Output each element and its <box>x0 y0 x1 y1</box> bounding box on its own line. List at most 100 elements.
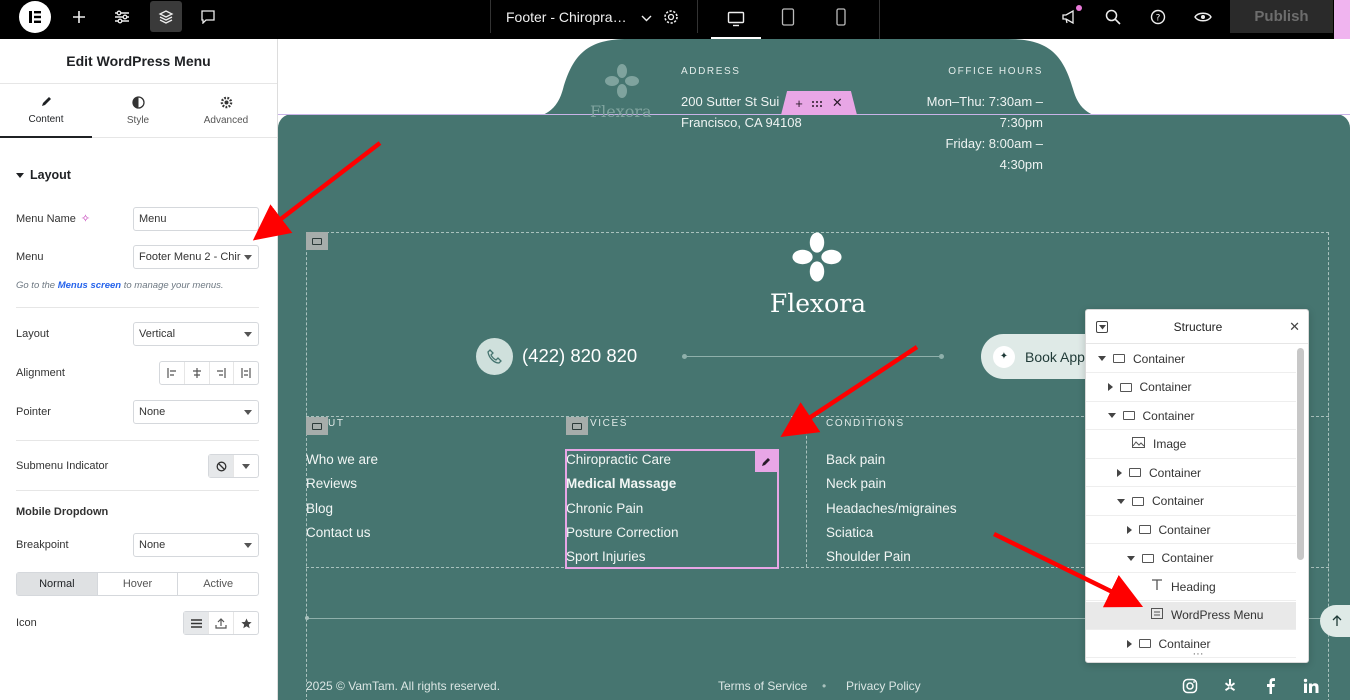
phone-number[interactable]: (422) 820 820 <box>522 345 637 367</box>
chevron-down-icon[interactable] <box>234 455 258 477</box>
book-button-label: Book App <box>1025 348 1085 365</box>
caret-down-icon[interactable] <box>1117 498 1125 504</box>
caret-down-icon <box>16 172 24 178</box>
structure-row-container[interactable]: Container <box>1086 516 1296 544</box>
menu-select[interactable]: Footer Menu 2 - Chir <box>133 245 259 269</box>
caret-down-icon[interactable] <box>1098 356 1106 361</box>
privacy-link[interactable]: Privacy Policy <box>846 679 921 693</box>
none-circle-slash-icon[interactable] <box>209 455 234 477</box>
structure-row-container[interactable]: Container <box>1086 459 1296 487</box>
contrast-icon <box>131 96 145 109</box>
menu-item[interactable]: Blog <box>306 501 333 516</box>
close-icon[interactable]: ✕ <box>832 95 843 111</box>
linkedin-icon[interactable] <box>1303 678 1319 694</box>
state-tab-normal[interactable]: Normal <box>17 573 97 595</box>
search-icon[interactable] <box>1098 0 1128 33</box>
structure-scrollbar[interactable] <box>1297 348 1304 560</box>
structure-row-container[interactable]: Container <box>1086 402 1296 430</box>
structure-row-wordpress-menu[interactable]: WordPress Menu <box>1086 601 1296 630</box>
upload-icon[interactable] <box>209 612 234 634</box>
menu-item[interactable]: Headaches/migraines <box>826 501 957 516</box>
state-tab-hover[interactable]: Hover <box>96 573 178 595</box>
align-right-icon[interactable] <box>210 362 235 384</box>
menus-help-text: Go to the Menus screen to manage your me… <box>16 280 224 291</box>
structure-row-image[interactable]: Image <box>1086 431 1296 459</box>
menu-item[interactable]: Back pain <box>826 452 885 467</box>
menu-name-input[interactable]: Menu <box>133 207 259 231</box>
tab-content[interactable]: Content <box>0 84 92 138</box>
ai-sparkle-icon[interactable]: ✧ <box>81 212 90 225</box>
publish-options-button[interactable] <box>1334 0 1350 39</box>
caret-right-icon[interactable] <box>1126 639 1132 648</box>
caret-down-icon[interactable] <box>1107 413 1116 418</box>
help-icon[interactable]: ? <box>1143 0 1173 33</box>
state-tab-active[interactable]: Active <box>177 573 258 595</box>
structure-row-container[interactable]: Container <box>1086 488 1296 516</box>
desktop-icon[interactable] <box>711 0 761 39</box>
facebook-icon[interactable] <box>1263 678 1279 694</box>
container-handle-icon[interactable] <box>306 417 328 435</box>
tablet-icon[interactable] <box>773 0 803 33</box>
structure-row-container[interactable]: Container <box>1086 374 1296 402</box>
container-handle-icon[interactable] <box>306 232 328 250</box>
structure-row-label: Container <box>1133 351 1186 366</box>
collapse-all-icon[interactable] <box>1096 321 1108 333</box>
menu-item[interactable]: Contact us <box>306 525 371 540</box>
align-justify-icon[interactable] <box>234 362 258 384</box>
chevron-down-icon <box>244 332 252 337</box>
elementor-logo-icon[interactable] <box>19 1 51 33</box>
submenu-indicator-control[interactable] <box>208 454 259 478</box>
book-appointment-button[interactable]: ✦ Book App <box>981 334 1101 379</box>
container-icon <box>1138 525 1151 534</box>
structure-row-container[interactable]: Container <box>1086 345 1296 373</box>
menu-name-label: Menu Name ✧ <box>16 212 90 226</box>
section-layout-toggle[interactable]: Layout <box>16 168 71 182</box>
mobile-icon[interactable] <box>826 0 856 33</box>
hamburger-icon[interactable] <box>184 612 209 634</box>
svg-text:?: ? <box>1156 13 1161 23</box>
container-icon <box>1132 496 1144 506</box>
resize-handle[interactable]: ··· <box>1086 649 1308 662</box>
structure-row-heading[interactable]: Heading <box>1086 573 1296 601</box>
page-settings-gear-icon[interactable] <box>656 0 686 33</box>
heading-icon <box>1151 579 1163 594</box>
close-icon[interactable]: ✕ <box>1289 319 1300 335</box>
align-center-icon[interactable] <box>185 362 210 384</box>
caret-right-icon[interactable] <box>1117 468 1122 477</box>
drag-handle-icon[interactable] <box>811 96 823 111</box>
caret-right-icon[interactable] <box>1107 383 1113 391</box>
pointer-select[interactable]: None <box>133 400 259 424</box>
tab-advanced[interactable]: Advanced <box>180 84 272 138</box>
whats-new-megaphone-icon[interactable] <box>1055 0 1085 33</box>
layout-select[interactable]: Vertical <box>133 322 259 346</box>
preview-eye-icon[interactable] <box>1188 0 1218 33</box>
notes-comment-icon[interactable] <box>193 0 223 33</box>
menus-screen-link[interactable]: Menus screen <box>58 280 121 291</box>
scroll-top-button[interactable] <box>1320 605 1350 637</box>
star-icon[interactable] <box>234 612 258 634</box>
instagram-icon[interactable] <box>1182 678 1198 694</box>
address-heading: ADDRESS <box>681 66 741 77</box>
add-section-icon[interactable]: + <box>795 96 803 111</box>
yelp-icon[interactable] <box>1222 678 1238 694</box>
help-prefix: Go to the <box>16 280 56 291</box>
terms-link[interactable]: Terms of Service <box>718 679 807 693</box>
menu-item[interactable]: Sciatica <box>826 525 873 540</box>
caret-down-icon[interactable] <box>1126 555 1135 561</box>
sparkle-icon: ✦ <box>993 345 1015 368</box>
breakpoint-select[interactable]: None <box>133 533 259 557</box>
menu-item[interactable]: Neck pain <box>826 476 886 491</box>
menu-item[interactable]: Shoulder Pain <box>826 549 911 564</box>
menu-item[interactable]: Who we are <box>306 452 378 467</box>
site-settings-sliders-icon[interactable] <box>107 0 137 33</box>
menu-item[interactable]: Reviews <box>306 476 357 491</box>
structure-row-container[interactable]: Container <box>1086 545 1296 573</box>
tab-style[interactable]: Style <box>92 84 184 138</box>
align-left-icon[interactable] <box>160 362 185 384</box>
publish-button[interactable]: Publish <box>1230 0 1333 33</box>
add-element-icon[interactable] <box>64 0 94 33</box>
caret-right-icon[interactable] <box>1126 525 1132 534</box>
structure-layers-icon[interactable] <box>150 1 182 32</box>
edit-widget-pencil-icon[interactable] <box>755 450 778 472</box>
container-handle-icon[interactable] <box>566 417 588 435</box>
